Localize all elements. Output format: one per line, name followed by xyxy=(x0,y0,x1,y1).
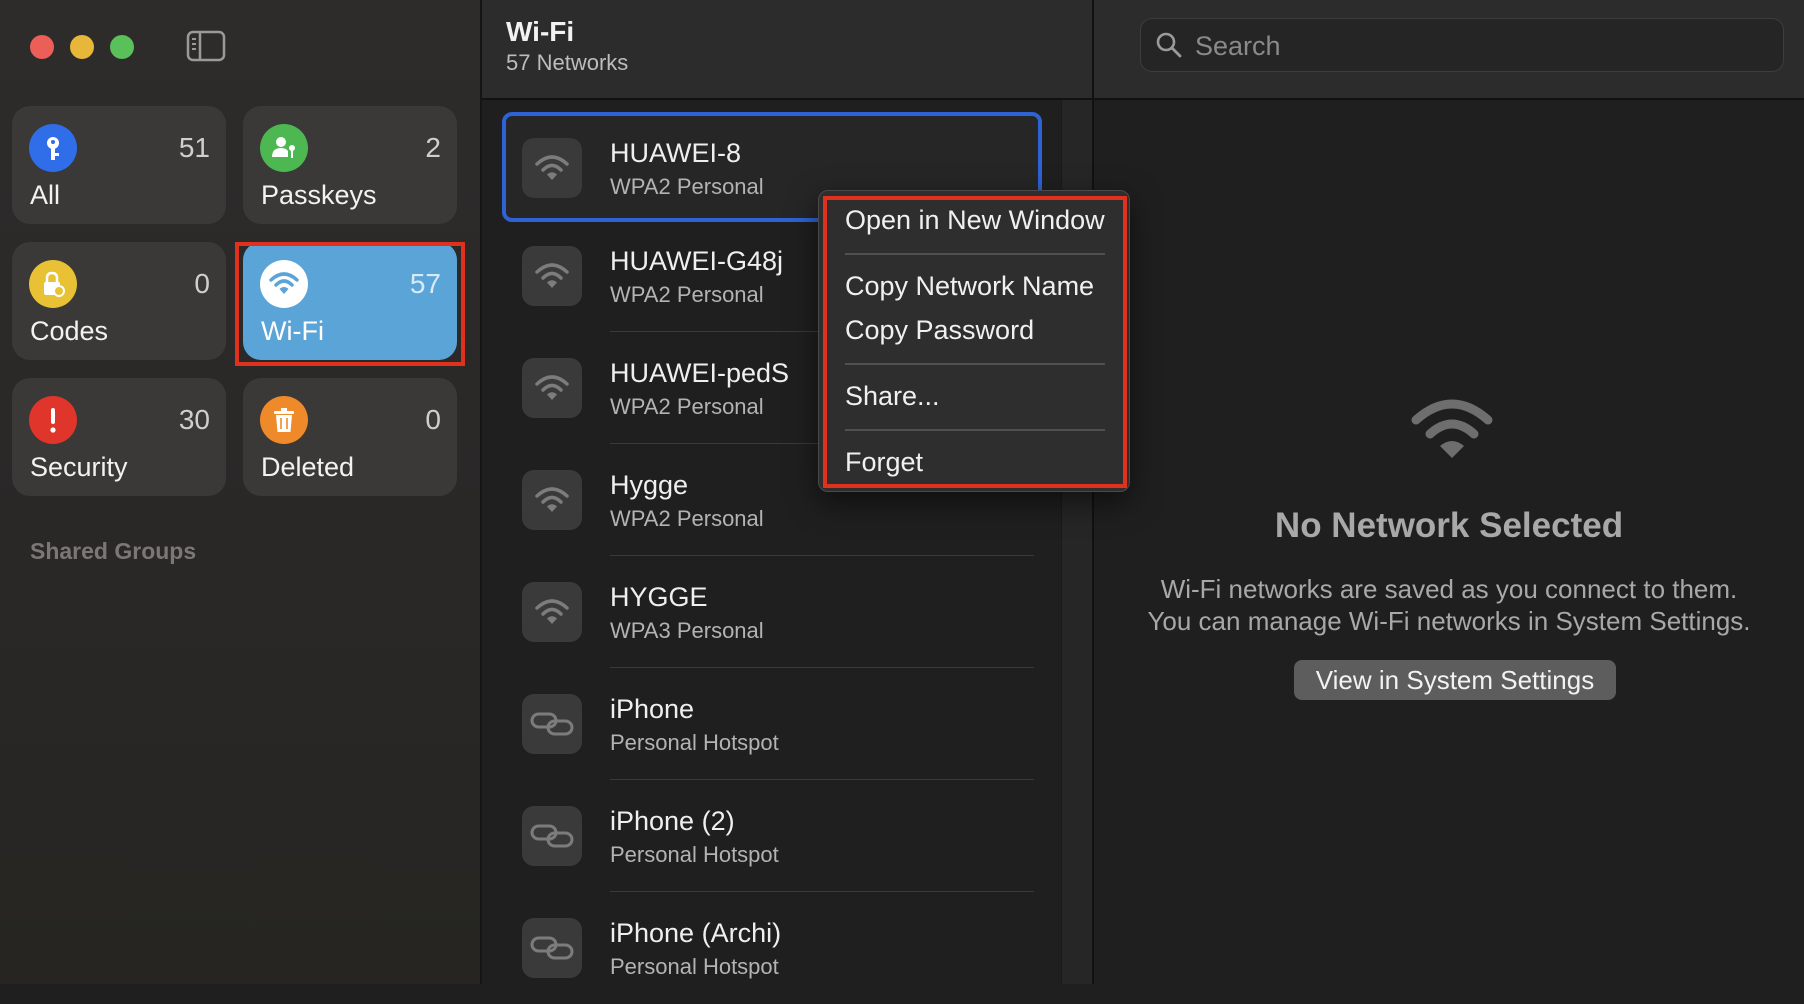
category-label: Codes xyxy=(30,316,109,346)
network-security: WPA2 Personal xyxy=(610,506,764,531)
category-label: Passkeys xyxy=(261,180,377,210)
category-tile-wifi[interactable]: 57 Wi-Fi xyxy=(243,242,457,360)
row-divider xyxy=(610,891,1034,892)
category-count: 57 xyxy=(409,268,441,299)
network-security: Personal Hotspot xyxy=(610,730,779,755)
menu-separator xyxy=(845,429,1105,431)
row-divider xyxy=(610,779,1034,780)
category-tile-passkeys[interactable]: 2 Passkeys xyxy=(243,106,457,224)
wifi-icon xyxy=(260,260,308,308)
key-icon xyxy=(29,124,77,172)
minimize-window-button[interactable] xyxy=(70,35,94,59)
network-security: Personal Hotspot xyxy=(610,842,779,867)
network-count: 57 Networks xyxy=(506,50,629,75)
category-tile-all[interactable]: 51 All xyxy=(12,106,226,224)
network-name: HUAWEI-pedS xyxy=(610,358,790,388)
detail-header xyxy=(1094,0,1804,100)
network-name: iPhone (2) xyxy=(610,806,735,836)
row-divider xyxy=(610,667,1034,668)
list-header: Wi-Fi 57 Networks xyxy=(482,0,1092,100)
wifi-icon xyxy=(1410,396,1494,462)
network-security: WPA2 Personal xyxy=(610,282,764,307)
network-row-iphone-2[interactable]: iPhone (2) Personal Hotspot xyxy=(502,782,1042,892)
empty-state-description-line2: You can manage Wi-Fi networks in System … xyxy=(1147,606,1751,636)
menu-separator xyxy=(845,253,1105,255)
link-icon xyxy=(522,806,582,866)
category-count: 0 xyxy=(194,268,210,299)
sidebar: 51 All 2 Passkeys 0 Codes 57 Wi-Fi 30 Se… xyxy=(0,0,482,984)
network-name: Hygge xyxy=(610,470,689,500)
search-icon xyxy=(1155,31,1183,59)
network-security: WPA2 Personal xyxy=(610,174,764,199)
category-count: 51 xyxy=(178,132,210,163)
search-input[interactable] xyxy=(1193,27,1757,65)
network-security: WPA3 Personal xyxy=(610,618,764,643)
category-count: 2 xyxy=(425,132,441,163)
search-field[interactable] xyxy=(1140,18,1784,72)
category-label: Wi-Fi xyxy=(261,316,324,346)
wifi-icon xyxy=(522,582,582,642)
close-window-button[interactable] xyxy=(30,35,54,59)
category-label: Security xyxy=(30,452,128,482)
network-name: iPhone (Archi) xyxy=(610,918,782,948)
network-name: HUAWEI-8 xyxy=(610,138,742,168)
link-icon xyxy=(522,694,582,754)
network-name: HUAWEI-G48j xyxy=(610,246,784,276)
detail-pane: No Network Selected Wi-Fi networks are s… xyxy=(1094,0,1804,984)
shared-groups-heading: Shared Groups xyxy=(30,538,197,564)
network-row-iphone-archi[interactable]: iPhone (Archi) Personal Hotspot xyxy=(502,894,1042,1004)
wifi-icon xyxy=(522,138,582,198)
menu-item-share[interactable]: Share... xyxy=(845,381,940,412)
lock-clock-icon xyxy=(29,260,77,308)
network-row-hygge-upper[interactable]: HYGGE WPA3 Personal xyxy=(502,558,1042,668)
category-tile-security[interactable]: 30 Security xyxy=(12,378,226,496)
category-label: Deleted xyxy=(261,452,355,482)
category-tile-deleted[interactable]: 0 Deleted xyxy=(243,378,457,496)
category-count: 30 xyxy=(178,404,210,435)
link-icon xyxy=(522,918,582,978)
list-title: Wi-Fi xyxy=(506,16,575,47)
category-label: All xyxy=(30,180,61,210)
exclamation-icon xyxy=(29,396,77,444)
empty-state-title: No Network Selected xyxy=(1274,506,1624,545)
network-list-column: Wi-Fi 57 Networks HUAWEI-8 WPA2 Personal… xyxy=(482,0,1094,984)
view-in-system-settings-button[interactable]: View in System Settings xyxy=(1294,660,1616,700)
network-security: WPA2 Personal xyxy=(610,394,764,419)
wifi-icon xyxy=(522,246,582,306)
category-count: 0 xyxy=(425,404,441,435)
category-tile-codes[interactable]: 0 Codes xyxy=(12,242,226,360)
menu-item-copy-network-name[interactable]: Copy Network Name xyxy=(845,271,1094,302)
network-name: iPhone xyxy=(610,694,695,724)
trash-icon xyxy=(260,396,308,444)
menu-item-forget[interactable]: Forget xyxy=(845,447,923,478)
person-key-icon xyxy=(260,124,308,172)
network-name: HYGGE xyxy=(610,582,708,612)
empty-state-description-line1: Wi-Fi networks are saved as you connect … xyxy=(1160,574,1738,604)
zoom-window-button[interactable] xyxy=(110,35,134,59)
menu-separator xyxy=(845,363,1105,365)
wifi-icon xyxy=(522,470,582,530)
row-divider xyxy=(610,555,1034,556)
network-row-iphone[interactable]: iPhone Personal Hotspot xyxy=(502,670,1042,780)
menu-item-open-in-new-window[interactable]: Open in New Window xyxy=(845,205,1105,236)
context-menu: Open in New Window Copy Network Name Cop… xyxy=(818,190,1130,492)
wifi-icon xyxy=(522,358,582,418)
sidebar-toggle-icon[interactable] xyxy=(186,30,226,62)
menu-item-copy-password[interactable]: Copy Password xyxy=(845,315,1034,346)
network-security: Personal Hotspot xyxy=(610,954,779,979)
